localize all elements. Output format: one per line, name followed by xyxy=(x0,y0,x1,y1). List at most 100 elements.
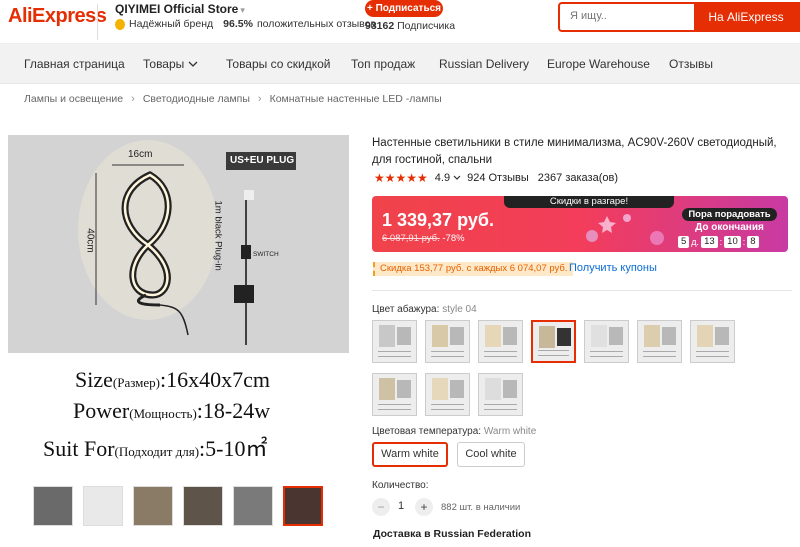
nav-item-home[interactable]: Главная страница xyxy=(24,57,125,71)
feedback-label: положительных отзывов xyxy=(256,18,377,30)
shade-swatch[interactable] xyxy=(425,320,470,363)
shade-swatch[interactable] xyxy=(425,373,470,416)
suit-main: Suit For xyxy=(43,436,115,461)
followers-count: 93162 Подписчика xyxy=(365,20,455,32)
subscribe-button[interactable]: + Подписаться xyxy=(365,0,443,17)
temperature-value: Warm white xyxy=(483,426,537,437)
width-label: 16cm xyxy=(128,149,153,160)
nav-item-products-label[interactable]: Товары xyxy=(143,57,184,71)
search-box: На AliExpress xyxy=(558,2,800,32)
sale-banner: Скидки в разгаре! 1 339,37 руб. 6 087,91… xyxy=(372,196,788,252)
plug-label: US+EU PLUG xyxy=(230,155,295,166)
breadcrumb-item[interactable]: Комнатные настенные LED -лампы xyxy=(270,93,442,105)
discount-percent: -78% xyxy=(442,233,465,244)
nav-item-top-sales[interactable]: Топ продаж xyxy=(351,57,415,71)
followers-label: Подписчика xyxy=(397,20,456,32)
nav-item-discounts[interactable]: Товары со скидкой xyxy=(226,57,330,71)
chevron-down-icon[interactable]: ▾ xyxy=(240,5,245,15)
chevron-down-icon[interactable] xyxy=(453,175,461,181)
power-small: (Мощность) xyxy=(129,406,197,421)
shade-swatch[interactable] xyxy=(372,373,417,416)
power-value: :18-24w xyxy=(196,398,271,423)
suit-value: :5-10㎡ xyxy=(199,436,268,461)
reviews-count[interactable]: 924 Отзывы xyxy=(467,172,529,184)
thumbnail-strip xyxy=(33,486,323,526)
cool-white-option[interactable]: Cool white xyxy=(457,442,525,467)
store-name-text[interactable]: QIYIMEI Official Store xyxy=(115,2,238,16)
countdown-label: До окончания xyxy=(695,222,764,233)
top-header: AliExpress QIYIMEI Official Store ▾ Надёж… xyxy=(0,0,800,44)
old-price: 6 087,91 руб. xyxy=(382,233,440,244)
divider xyxy=(372,290,792,291)
thumbnail[interactable] xyxy=(83,486,123,526)
quantity-increase-button[interactable]: + xyxy=(415,498,433,516)
coupon-tag: Скидка 153,77 руб. с каждых 6 074,07 руб… xyxy=(373,262,573,276)
nav-item-russian-delivery[interactable]: Russian Delivery xyxy=(439,57,529,71)
breadcrumb-item[interactable]: Светодиодные лампы xyxy=(143,93,250,105)
shade-value: style 04 xyxy=(442,304,477,315)
shade-swatch[interactable] xyxy=(478,373,523,416)
promo-label: Пора порадовать xyxy=(682,208,777,221)
shipping-destination[interactable]: Доставка в Russian Federation xyxy=(373,528,531,540)
thumbnail[interactable] xyxy=(133,486,173,526)
shade-swatch[interactable] xyxy=(584,320,629,363)
main-product-image[interactable]: 16cm 40cm US+EU PLUG 1m black Plug-in SW… xyxy=(8,135,349,353)
nav-item-reviews[interactable]: Отзывы xyxy=(669,57,713,71)
shade-swatch[interactable] xyxy=(637,320,682,363)
search-button[interactable]: На AliExpress xyxy=(694,2,798,32)
shade-swatch[interactable] xyxy=(690,320,735,363)
power-main: Power xyxy=(73,398,130,423)
followers-number: 93162 xyxy=(365,20,395,32)
power-caption: Power(Мощность):18-24w xyxy=(73,398,270,424)
quantity-decrease-button[interactable]: − xyxy=(372,498,390,516)
medal-icon xyxy=(115,18,125,30)
shade-swatch[interactable] xyxy=(478,320,523,363)
feedback-percent: 96.5% xyxy=(223,18,253,30)
quantity-value[interactable]: 1 xyxy=(398,500,404,512)
switch-label: SWITCH xyxy=(253,251,279,258)
get-coupons-link[interactable]: Получить купоны xyxy=(569,262,657,274)
size-value: :16x40x7cm xyxy=(160,367,270,392)
temperature-label: Цветовая температура: Warm white xyxy=(372,426,536,437)
timer-days: 5 xyxy=(678,236,690,248)
thumbnail[interactable] xyxy=(33,486,73,526)
brand-label: Надёжный бренд xyxy=(129,18,214,30)
thumbnail-selected[interactable] xyxy=(283,486,323,526)
shade-swatch-selected[interactable] xyxy=(531,320,576,363)
size-main: Size xyxy=(75,367,113,392)
chevron-down-icon[interactable] xyxy=(188,61,198,68)
quantity-label: Количество: xyxy=(372,480,429,491)
star-rating-icon: ★★★★★ xyxy=(374,171,428,185)
store-nav: Главная страница Товары Товары со скидко… xyxy=(0,44,800,84)
confetti-decoration-icon xyxy=(586,214,664,245)
current-price: 1 339,37 руб. xyxy=(382,210,494,230)
temperature-label-text: Цветовая температура: xyxy=(372,426,482,437)
chevron-right-icon: › xyxy=(257,93,262,105)
cable-label: 1m black Plug-in xyxy=(212,200,224,271)
chevron-right-icon: › xyxy=(131,93,135,105)
aliexpress-logo[interactable]: AliExpress xyxy=(8,5,107,28)
brand-info: Надёжный бренд 96.5% положительных отзыв… xyxy=(115,18,376,30)
timer-seconds: 8 xyxy=(747,236,759,248)
breadcrumb: Лампы и освещение › Светодиодные лампы ›… xyxy=(24,93,442,105)
timer-days-unit: д. xyxy=(691,237,700,247)
shade-swatch[interactable] xyxy=(372,320,417,363)
product-title: Настенные светильники в стиле минимализм… xyxy=(372,137,777,166)
size-small: (Размер) xyxy=(112,375,160,390)
stock-info: 882 шт. в наличии xyxy=(441,502,521,513)
thumbnail[interactable] xyxy=(183,486,223,526)
wall-lamp-illustration xyxy=(8,135,349,353)
store-name[interactable]: QIYIMEI Official Store ▾ xyxy=(115,2,245,16)
rating-value[interactable]: 4.9 xyxy=(435,172,450,184)
warm-white-option[interactable]: Warm white xyxy=(372,442,448,467)
thumbnail[interactable] xyxy=(233,486,273,526)
nav-item-europe-warehouse[interactable]: Europe Warehouse xyxy=(547,57,650,71)
old-price-row: 6 087,91 руб. -78% xyxy=(382,233,465,244)
breadcrumb-item[interactable]: Лампы и освещение xyxy=(24,93,123,105)
nav-item-products[interactable]: Товары xyxy=(143,57,198,71)
header-divider xyxy=(97,4,98,40)
search-input[interactable] xyxy=(570,10,690,22)
shade-label: Цвет абажура: style 04 xyxy=(372,304,477,315)
orders-count: 2367 заказа(ов) xyxy=(537,172,618,184)
height-label: 40cm xyxy=(84,228,96,253)
